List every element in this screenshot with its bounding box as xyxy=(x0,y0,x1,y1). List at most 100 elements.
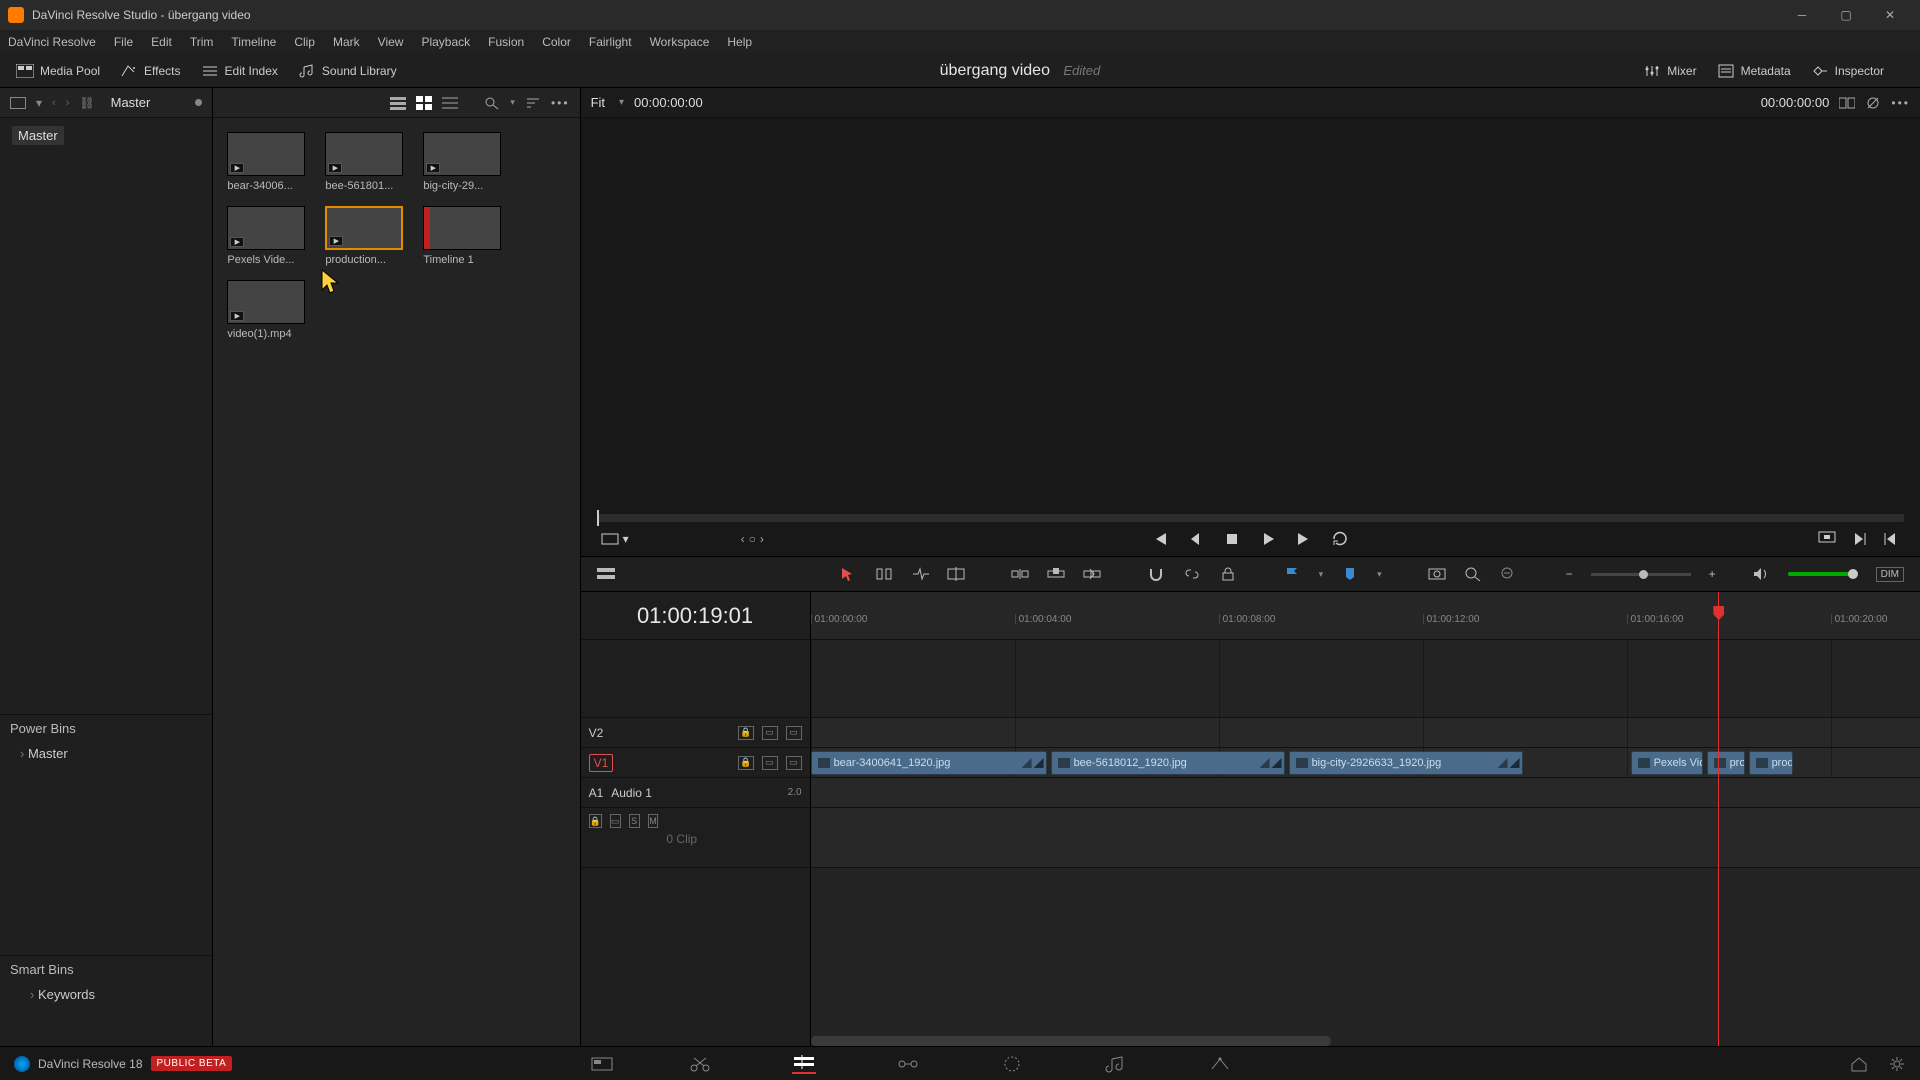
first-frame-icon[interactable] xyxy=(1151,530,1169,548)
menu-davinci[interactable]: DaVinci Resolve xyxy=(8,35,96,49)
track-v1-lane[interactable]: bear-3400641_1920.jpgbee-5618012_1920.jp… xyxy=(811,748,1920,778)
match-next-icon[interactable]: › xyxy=(760,532,764,546)
disable-icon[interactable]: ▭ xyxy=(786,726,802,740)
solo-button[interactable]: S xyxy=(629,814,640,828)
marker-dropdown-icon[interactable]: ▾ xyxy=(1377,569,1382,580)
smart-bins-header[interactable]: Smart Bins xyxy=(0,955,212,983)
grid-icon[interactable] xyxy=(416,96,432,110)
auto-select-icon[interactable]: ▭ xyxy=(610,814,621,828)
more-icon[interactable]: ••• xyxy=(551,96,570,110)
playhead[interactable] xyxy=(1718,592,1719,1046)
snap-icon[interactable] xyxy=(1147,566,1165,582)
play-icon[interactable] xyxy=(1259,530,1277,548)
menu-playback[interactable]: Playback xyxy=(421,35,470,49)
menu-trim[interactable]: Trim xyxy=(190,35,214,49)
track-a1-wave-lane[interactable] xyxy=(811,808,1920,868)
disable-icon[interactable]: ▭ xyxy=(786,756,802,770)
timeline-clip[interactable]: prod... xyxy=(1749,751,1793,775)
timeline-view-icon[interactable] xyxy=(597,566,615,582)
breadcrumb[interactable]: Master xyxy=(111,95,151,110)
viewer-tc-out[interactable]: 00:00:00:00 xyxy=(1761,95,1830,110)
timeline-clip[interactable]: pro... xyxy=(1707,751,1745,775)
zoom-slider[interactable] xyxy=(1591,573,1691,576)
settings-icon[interactable] xyxy=(1888,1056,1906,1072)
dual-view-icon[interactable] xyxy=(1839,96,1855,110)
lock-icon[interactable]: 🔒 xyxy=(738,726,754,740)
chevron-down-icon[interactable]: ▾ xyxy=(36,96,42,110)
minimize-button[interactable]: ─ xyxy=(1780,0,1824,30)
timeline-timecode[interactable]: 01:00:19:01 xyxy=(581,592,810,640)
replace-icon[interactable] xyxy=(1083,566,1101,582)
overwrite-icon[interactable] xyxy=(1047,566,1065,582)
zoom-fit-icon[interactable] xyxy=(1428,566,1446,582)
step-back-marker-icon[interactable] xyxy=(1882,530,1900,548)
menu-color[interactable]: Color xyxy=(542,35,571,49)
last-frame-icon[interactable] xyxy=(1295,530,1313,548)
mute-button[interactable]: M xyxy=(648,814,659,828)
insert-icon[interactable] xyxy=(1011,566,1029,582)
nav-fwd-icon[interactable]: › xyxy=(66,97,70,109)
viewer-tc-in[interactable]: 00:00:00:00 xyxy=(634,95,703,110)
lock-icon[interactable]: 🔒 xyxy=(589,814,602,828)
clip-bee-561801-[interactable]: ▶bee-561801... xyxy=(325,132,403,192)
bypass-icon[interactable] xyxy=(1865,96,1881,110)
menu-help[interactable]: Help xyxy=(727,35,752,49)
arrow-tool-icon[interactable] xyxy=(839,566,857,582)
zoom-minus-icon[interactable]: − xyxy=(1566,567,1573,581)
menu-mark[interactable]: Mark xyxy=(333,35,360,49)
blade-tool-icon[interactable] xyxy=(947,566,965,582)
bin-master[interactable]: Master xyxy=(12,126,64,145)
marker-icon[interactable] xyxy=(1341,566,1359,582)
menu-view[interactable]: View xyxy=(378,35,404,49)
nav-back-icon[interactable]: ‹ xyxy=(52,97,56,109)
horizontal-scrollbar[interactable] xyxy=(811,1036,1331,1046)
search-icon[interactable] xyxy=(484,96,500,110)
clip-big-city-29-[interactable]: ▶big-city-29... xyxy=(423,132,501,192)
viewer[interactable]: ▾ ‹ ○ › xyxy=(581,118,1920,556)
clip-video-1-mp4[interactable]: ▶video(1).mp4 xyxy=(227,280,305,340)
bin-view-icon[interactable] xyxy=(10,97,26,109)
fairlight-page-icon[interactable] xyxy=(1104,1054,1128,1074)
home-icon[interactable] xyxy=(1850,1056,1868,1072)
timeline-clip[interactable]: Pexels Vide... xyxy=(1631,751,1703,775)
menu-clip[interactable]: Clip xyxy=(294,35,315,49)
link-icon[interactable]: ⛓ xyxy=(79,96,94,110)
auto-select-icon[interactable]: ▭ xyxy=(762,726,778,740)
media-pool-grid[interactable]: ▶bear-34006... ▶bee-561801... ▶big-city-29… xyxy=(213,118,579,1046)
timeline-ruler[interactable]: 01:00:00:0001:00:04:0001:00:08:0001:00:1… xyxy=(811,592,1920,640)
viewer-scrubber[interactable] xyxy=(597,514,1904,522)
track-v2-lane[interactable] xyxy=(811,718,1920,748)
clip-bear-34006-[interactable]: ▶bear-34006... xyxy=(227,132,305,192)
effects-button[interactable]: Effects xyxy=(120,64,180,78)
track-a1-controls[interactable]: 🔒 ▭ S M 0 Clip xyxy=(581,808,810,868)
dim-button[interactable]: DIM xyxy=(1876,567,1904,582)
list-strip-icon[interactable] xyxy=(390,96,406,110)
step-back-icon[interactable] xyxy=(1187,530,1205,548)
clip-pexels-vide-[interactable]: ▶Pexels Vide... xyxy=(227,206,305,266)
edit-index-button[interactable]: Edit Index xyxy=(201,64,278,78)
search-dropdown-icon[interactable]: ▾ xyxy=(510,97,515,108)
lock-icon[interactable]: 🔒 xyxy=(738,756,754,770)
track-a1-lane[interactable] xyxy=(811,778,1920,808)
clip-timeline-1[interactable]: Timeline 1 xyxy=(423,206,501,266)
step-fwd-marker-icon[interactable] xyxy=(1850,530,1868,548)
media-pool-button[interactable]: Media Pool xyxy=(16,64,100,78)
edit-page-icon[interactable] xyxy=(792,1054,816,1074)
menu-timeline[interactable]: Timeline xyxy=(231,35,276,49)
volume-slider[interactable] xyxy=(1788,572,1858,576)
sound-library-button[interactable]: Sound Library xyxy=(298,64,397,78)
link-icon-tl[interactable] xyxy=(1183,566,1201,582)
smart-bin-keywords[interactable]: Keywords xyxy=(0,983,212,1006)
cut-page-icon[interactable] xyxy=(688,1054,712,1074)
lock-icon[interactable] xyxy=(1219,566,1237,582)
menu-fusion[interactable]: Fusion xyxy=(488,35,524,49)
inspector-button[interactable]: Inspector xyxy=(1811,64,1884,78)
power-bin-master[interactable]: Master xyxy=(0,742,212,765)
maximize-button[interactable]: ▢ xyxy=(1824,0,1868,30)
clip-production-[interactable]: ▶production... xyxy=(325,206,403,266)
menu-edit[interactable]: Edit xyxy=(151,35,172,49)
fit-dropdown-icon[interactable]: ▾ xyxy=(619,97,624,108)
viewer-mode-icon[interactable]: ▾ xyxy=(601,532,629,546)
close-button[interactable]: ✕ xyxy=(1868,0,1912,30)
power-bins-header[interactable]: Power Bins xyxy=(0,714,212,742)
